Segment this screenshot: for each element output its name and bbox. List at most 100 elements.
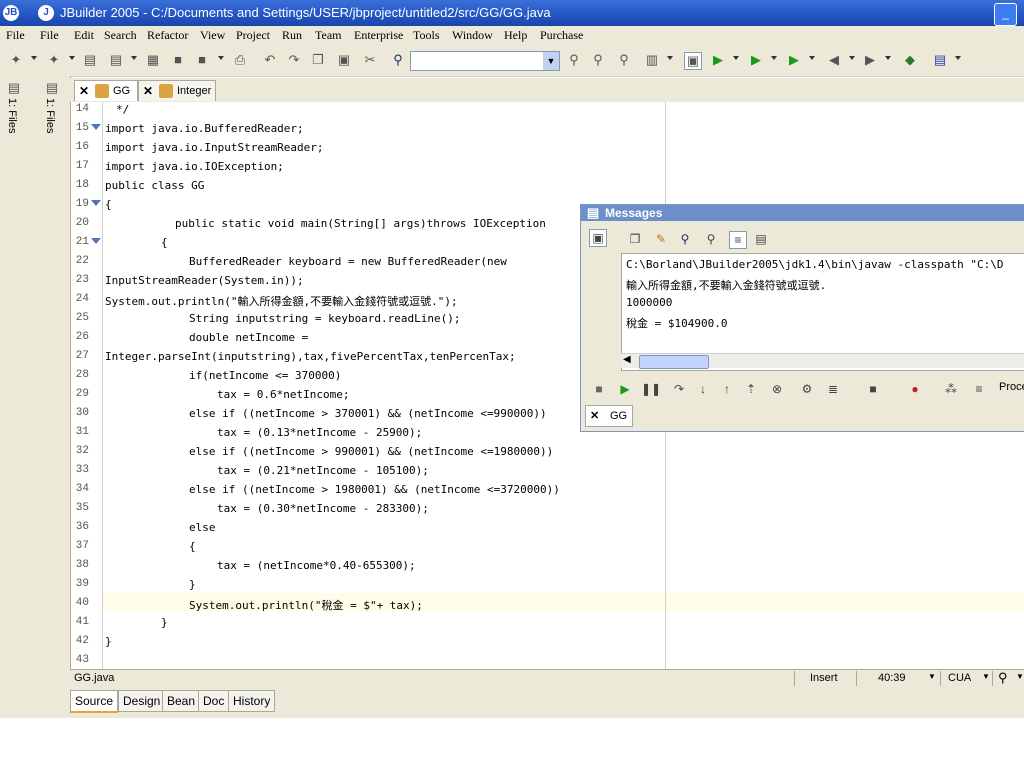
- optimize-icon[interactable]: ▶: [786, 52, 802, 68]
- step-out-icon[interactable]: ↑: [719, 381, 735, 397]
- search-combo[interactable]: ▼: [410, 51, 560, 71]
- rerun-icon[interactable]: ▶: [617, 381, 633, 397]
- run-dropdown-icon[interactable]: [733, 56, 739, 60]
- breakpoint-icon[interactable]: ⊗: [769, 381, 785, 397]
- messages-title-bar[interactable]: ▤ Messages: [581, 205, 1024, 221]
- code-line[interactable]: }: [105, 635, 112, 648]
- back-dropdown-icon[interactable]: [849, 56, 855, 60]
- smart-step-icon[interactable]: ⇡: [743, 381, 759, 397]
- close-icon[interactable]: ✕: [79, 81, 89, 101]
- files-panel-icon-2[interactable]: ▤: [44, 80, 60, 96]
- code-line[interactable]: String inputstring = keyboard.readLine()…: [189, 312, 461, 325]
- console-icon[interactable]: ▣: [589, 229, 607, 247]
- run-icon[interactable]: ▶: [710, 52, 726, 68]
- tab-gg[interactable]: ✕ GG: [74, 80, 138, 101]
- forward-icon[interactable]: ▶: [862, 52, 878, 68]
- status-insert-mode[interactable]: Insert: [810, 672, 838, 684]
- paste-icon[interactable]: ▣: [336, 52, 352, 68]
- code-line[interactable]: public static void main(String[] args)th…: [175, 217, 546, 230]
- code-line[interactable]: {: [105, 198, 112, 211]
- forward-dropdown-icon[interactable]: [885, 56, 891, 60]
- search-prev-icon[interactable]: ⚲: [590, 52, 606, 68]
- new-file-dropdown-icon[interactable]: [69, 56, 75, 60]
- code-line[interactable]: import java.io.BufferedReader;: [105, 122, 304, 135]
- code-line[interactable]: else: [189, 521, 216, 534]
- files-tab-2[interactable]: 1: Files: [44, 98, 56, 133]
- close-file-icon[interactable]: ▦: [145, 52, 161, 68]
- menu-run[interactable]: Run: [282, 28, 302, 43]
- menu-tools[interactable]: Tools: [413, 28, 440, 43]
- menu-edit[interactable]: Edit: [74, 28, 94, 43]
- chevron-down-icon[interactable]: ▼: [543, 52, 559, 70]
- format-icon[interactable]: ▤: [753, 231, 769, 247]
- fold-marker-icon[interactable]: [91, 200, 101, 206]
- stop-icon[interactable]: ■: [591, 381, 607, 397]
- code-line[interactable]: if(netIncome <= 370000): [189, 369, 341, 382]
- code-line[interactable]: System.out.println("輸入所得金額,不要輸入金錢符號或逗號."…: [105, 293, 458, 309]
- code-line[interactable]: BufferedReader keyboard = new BufferedRe…: [189, 255, 507, 268]
- word-wrap-icon[interactable]: ≡: [729, 231, 747, 249]
- cut-icon[interactable]: ✂: [362, 52, 378, 68]
- menu-file-2[interactable]: File: [40, 28, 59, 43]
- fold-marker-icon[interactable]: [91, 238, 101, 244]
- status-keymap[interactable]: CUA: [948, 672, 971, 684]
- code-line[interactable]: tax = 0.6*netIncome;: [217, 388, 349, 401]
- save-icon[interactable]: ■: [170, 52, 186, 68]
- files-tab[interactable]: 1: Files: [6, 98, 18, 133]
- window-dropdown-icon[interactable]: [955, 56, 961, 60]
- code-line[interactable]: }: [189, 578, 196, 591]
- find-next-icon[interactable]: ⚲: [703, 231, 719, 247]
- menu-help[interactable]: Help: [504, 28, 527, 43]
- scroll-left-icon[interactable]: ◀: [623, 354, 631, 365]
- close-icon[interactable]: ✕: [590, 406, 599, 426]
- window-icon[interactable]: ▤: [932, 52, 948, 68]
- new-file-icon[interactable]: ✦: [46, 52, 62, 68]
- browse-symbol-icon[interactable]: ⚲: [616, 52, 632, 68]
- search-dropdown-icon[interactable]: ▼: [1016, 672, 1024, 681]
- add-breakpoint-icon[interactable]: ●: [907, 381, 923, 397]
- layout-icon[interactable]: ▣: [684, 52, 702, 70]
- scrollbar-thumb[interactable]: [639, 355, 709, 369]
- debug-dropdown-icon[interactable]: [771, 56, 777, 60]
- make-dropdown-icon[interactable]: [667, 56, 673, 60]
- copy-icon[interactable]: ❐: [627, 231, 643, 247]
- copy-icon[interactable]: ❐: [310, 52, 326, 68]
- tab-doc[interactable]: Doc: [198, 690, 230, 712]
- code-line[interactable]: Integer.parseInt(inputstring),tax,fivePe…: [105, 350, 516, 363]
- help-book-icon[interactable]: ◆: [902, 52, 918, 68]
- menu-project[interactable]: Project: [236, 28, 270, 43]
- tab-design[interactable]: Design: [118, 690, 166, 712]
- reopen-icon[interactable]: ▤: [108, 52, 124, 68]
- code-line[interactable]: else if ((netIncome > 1980001) && (netIn…: [189, 483, 560, 496]
- find-icon[interactable]: ⚲: [390, 52, 406, 68]
- code-line[interactable]: tax = (netIncome*0.40-655300);: [217, 559, 416, 572]
- menu-purchase[interactable]: Purchase: [540, 28, 583, 43]
- redo-icon[interactable]: ↷: [286, 52, 302, 68]
- code-line[interactable]: InputStreamReader(System.in));: [105, 274, 304, 287]
- code-line[interactable]: import java.io.InputStreamReader;: [105, 141, 324, 154]
- menu-search[interactable]: Search: [104, 28, 137, 43]
- reopen-dropdown-icon[interactable]: [131, 56, 137, 60]
- optimize-dropdown-icon[interactable]: [809, 56, 815, 60]
- position-dropdown-icon[interactable]: ▼: [928, 672, 936, 681]
- code-line[interactable]: {: [161, 236, 168, 249]
- menu-view[interactable]: View: [200, 28, 225, 43]
- pause-icon[interactable]: ❚❚: [641, 381, 661, 397]
- save-all-icon[interactable]: ■: [194, 52, 210, 68]
- minimize-button[interactable]: _: [994, 3, 1017, 26]
- debug-icon[interactable]: ▶: [748, 52, 764, 68]
- horizontal-scrollbar[interactable]: ◀: [621, 353, 1024, 369]
- status-position[interactable]: 40:39: [878, 672, 906, 684]
- clear-icon[interactable]: ✎: [653, 231, 669, 247]
- classes-icon[interactable]: ⁂: [943, 381, 959, 397]
- open-icon[interactable]: ▤: [82, 52, 98, 68]
- tab-source[interactable]: Source: [70, 690, 119, 713]
- menu-window[interactable]: Window: [452, 28, 493, 43]
- menu-enterprise[interactable]: Enterprise: [354, 28, 403, 43]
- find-icon[interactable]: ⚲: [677, 231, 693, 247]
- tab-history[interactable]: History: [228, 690, 276, 712]
- code-line[interactable]: else if ((netIncome > 370001) && (netInc…: [189, 407, 547, 420]
- tab-process-gg[interactable]: ✕ GG: [585, 405, 633, 427]
- menu-file[interactable]: File: [6, 28, 25, 43]
- code-line[interactable]: {: [189, 540, 196, 553]
